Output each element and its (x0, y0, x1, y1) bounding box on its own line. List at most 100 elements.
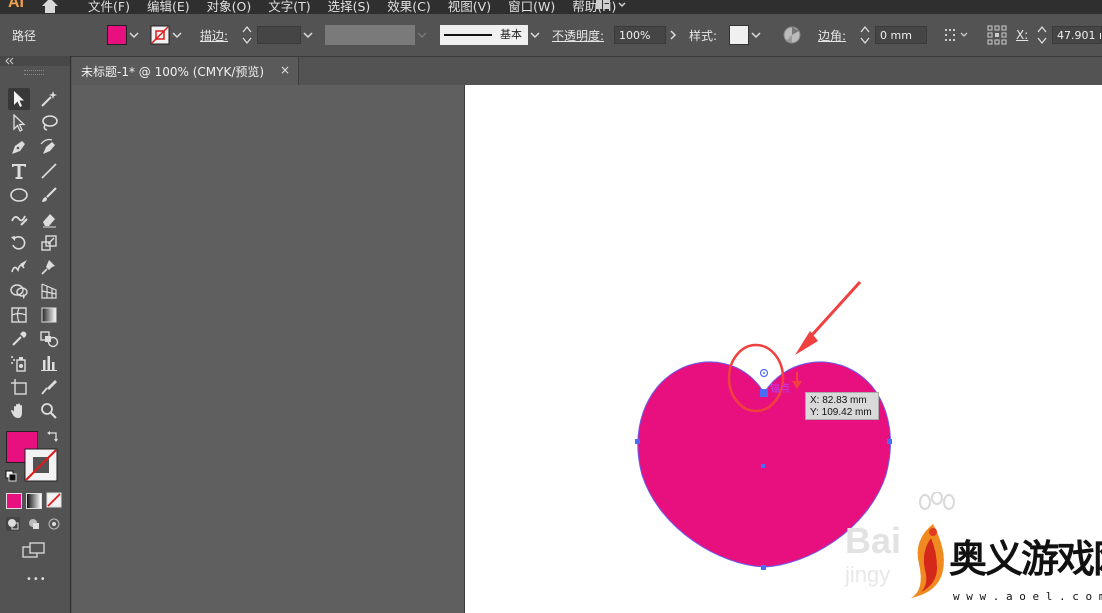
graphic-style-swatch[interactable] (729, 25, 749, 45)
spinner-icon[interactable] (1036, 24, 1048, 46)
eyedropper-tool[interactable] (8, 328, 30, 350)
type-tool[interactable] (8, 160, 30, 182)
magic-wand-tool[interactable] (38, 88, 60, 110)
stroke-weight-input[interactable] (257, 26, 301, 44)
column-graph-tool[interactable] (38, 352, 60, 374)
stroke-color-none[interactable] (24, 448, 58, 482)
gradient-tool[interactable] (38, 304, 60, 326)
warp-tool[interactable] (8, 256, 30, 278)
slice-tool[interactable] (38, 376, 60, 398)
type-icon (12, 164, 26, 179)
x-control[interactable]: 47.901 m (1036, 14, 1102, 56)
panel-grip[interactable] (0, 56, 70, 75)
default-fill-stroke-icon[interactable] (5, 470, 17, 482)
stroke-none-icon[interactable] (150, 25, 170, 45)
paintbrush-tool[interactable] (38, 184, 60, 206)
menu-view[interactable]: 视图(V) (448, 0, 491, 14)
document-tab[interactable]: 未标题-1* @ 100% (CMYK/预览) × (72, 57, 299, 85)
pasteboard[interactable] (72, 85, 464, 613)
stroke-line-icon (444, 34, 492, 36)
variable-width-profile[interactable] (325, 25, 415, 45)
hand-tool[interactable] (8, 400, 30, 422)
opacity-control[interactable]: 100% (614, 14, 680, 56)
shape-builder-tool[interactable] (8, 280, 30, 302)
spinner-icon[interactable] (241, 24, 253, 46)
curvature-tool[interactable] (38, 136, 60, 158)
shaper-tool[interactable] (8, 208, 30, 230)
perspective-grid-tool[interactable] (38, 280, 60, 302)
chevron-down-icon[interactable] (127, 28, 141, 42)
tooltip-y: Y: 109.42 mm (810, 407, 872, 418)
draw-behind-icon[interactable] (26, 516, 42, 532)
chevron-down-icon[interactable] (301, 28, 315, 42)
puppet-warp-tool[interactable] (38, 256, 60, 278)
variable-width-control[interactable] (325, 14, 429, 56)
symbol-sprayer-icon (11, 356, 26, 372)
brush-definition[interactable]: 基本 (440, 25, 528, 45)
workspace-switcher-icon[interactable] (595, 0, 627, 12)
align-grid-icon[interactable] (944, 27, 970, 43)
line-segment-tool[interactable] (38, 160, 60, 182)
home-icon[interactable] (40, 0, 60, 13)
mesh-tool[interactable] (8, 304, 30, 326)
corner-input[interactable]: 0 mm (875, 26, 927, 44)
menu-window[interactable]: 窗口(W) (508, 0, 555, 14)
menu-object[interactable]: 对象(O) (207, 0, 252, 14)
style-label: 样式: (689, 28, 718, 43)
corner-label[interactable]: 边角: (818, 27, 846, 44)
direct-selection-tool[interactable] (8, 112, 30, 134)
screen-mode-icon[interactable] (22, 542, 46, 558)
stroke-swatch-control[interactable] (150, 14, 184, 56)
pen-tool[interactable] (8, 136, 30, 158)
chevron-down-icon[interactable] (749, 28, 763, 42)
chevron-down-icon[interactable] (528, 28, 542, 42)
selection-tool[interactable] (8, 88, 30, 110)
menu-file[interactable]: 文件(F) (88, 0, 130, 14)
draw-inside-icon[interactable] (46, 516, 62, 532)
recolor-artwork-icon[interactable] (783, 26, 801, 44)
gradient-mode-button[interactable] (26, 493, 42, 509)
ellipse-tool[interactable] (8, 184, 30, 206)
swap-fill-stroke-icon[interactable] (46, 430, 60, 444)
menu-select[interactable]: 选择(S) (328, 0, 371, 14)
scale-tool[interactable] (38, 232, 60, 254)
edit-toolbar-button[interactable]: ••• (26, 574, 47, 585)
graphic-style-control[interactable] (729, 14, 763, 56)
column-graph-icon (41, 356, 57, 371)
lasso-tool[interactable] (38, 112, 60, 134)
control-bar: 路径 描边: 基本 不透明度: 100% 样式: 边角: 0 mm X: 47.… (0, 14, 1102, 57)
x-input[interactable]: 47.901 m (1052, 26, 1102, 44)
artboard-tool[interactable] (8, 376, 30, 398)
reference-point-icon[interactable] (987, 25, 1007, 45)
blend-tool[interactable] (38, 328, 60, 350)
brush-definition-control[interactable]: 基本 (440, 14, 542, 56)
opacity-label[interactable]: 不透明度: (552, 27, 604, 44)
menu-type[interactable]: 文字(T) (268, 0, 310, 14)
stroke-weight-control[interactable] (241, 14, 315, 56)
rotate-tool[interactable] (8, 232, 30, 254)
symbol-sprayer-tool[interactable] (8, 352, 30, 374)
color-mode-button[interactable] (6, 493, 22, 509)
rotate-icon (11, 236, 26, 250)
eraser-tool[interactable] (38, 208, 60, 230)
spinner-icon[interactable] (859, 24, 871, 46)
chevron-down-icon[interactable] (170, 28, 184, 42)
watermark: Bai jingy 奥义游戏网 w w w . a o e l . c o m (845, 492, 1102, 613)
none-mode-button[interactable] (46, 492, 62, 508)
fill-swatch-control[interactable] (107, 14, 141, 56)
chevron-right-icon[interactable] (666, 28, 680, 42)
corner-control[interactable]: 0 mm (859, 14, 927, 56)
chevron-down-icon[interactable] (415, 28, 429, 42)
menu-effect[interactable]: 效果(C) (387, 0, 430, 14)
opacity-input[interactable]: 100% (614, 26, 666, 44)
menu-edit[interactable]: 编辑(E) (147, 0, 190, 14)
selection-arrow-icon (14, 91, 24, 107)
close-icon[interactable]: × (280, 63, 290, 77)
zoom-tool[interactable] (38, 400, 60, 422)
tooltip-x: X: 82.83 mm (810, 395, 867, 406)
draw-normal-icon[interactable] (5, 516, 21, 532)
x-label[interactable]: X: (1016, 28, 1028, 42)
collapse-icon[interactable] (3, 56, 15, 66)
fill-swatch[interactable] (107, 25, 127, 45)
stroke-label[interactable]: 描边: (200, 27, 228, 44)
